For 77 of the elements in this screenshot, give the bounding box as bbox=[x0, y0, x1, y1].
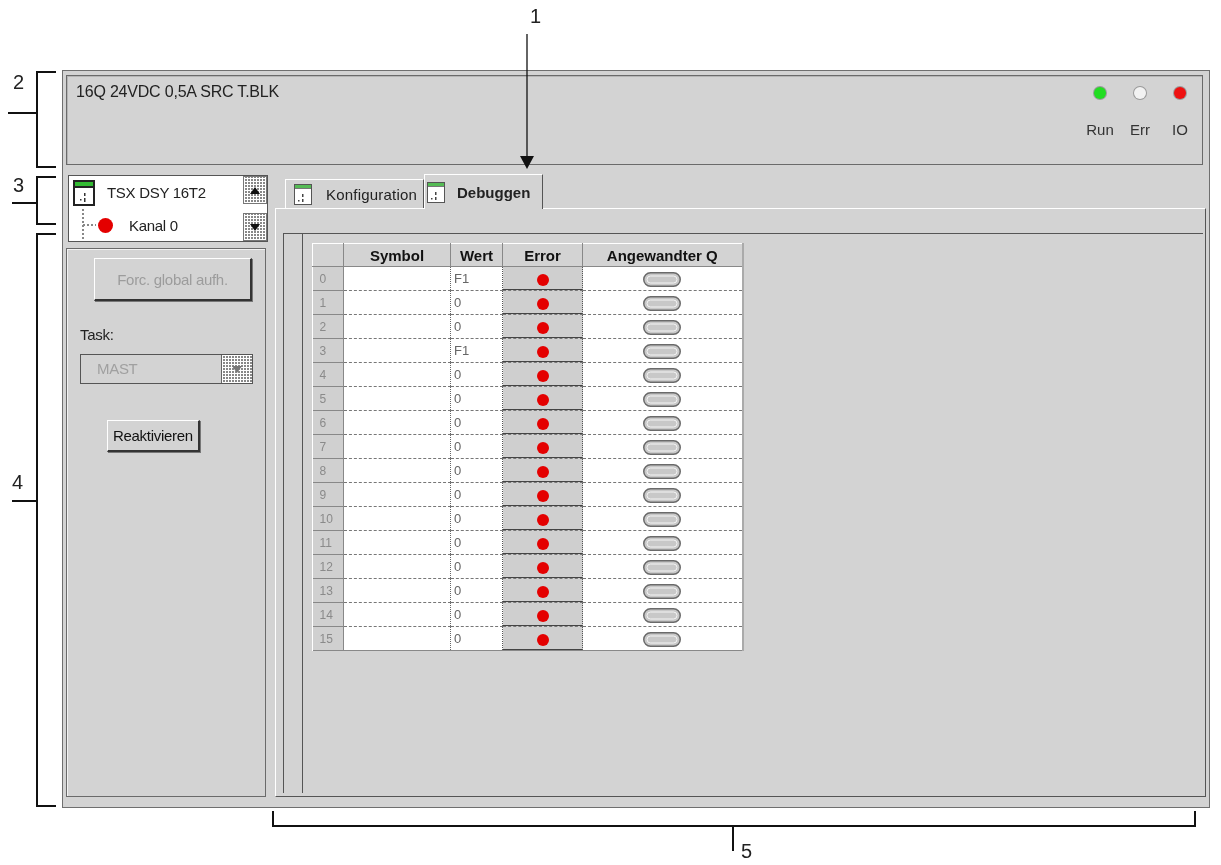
row-number: 15 bbox=[312, 626, 344, 651]
caret-icon bbox=[221, 355, 252, 383]
row-number: 14 bbox=[312, 602, 344, 627]
toggle-pill-icon bbox=[643, 463, 682, 479]
callout-number: 3 bbox=[13, 174, 25, 196]
table-cell: 0 bbox=[450, 362, 503, 387]
row-number: 7 bbox=[312, 434, 344, 459]
up-arrow-icon bbox=[250, 186, 260, 194]
column-header: Wert bbox=[450, 243, 503, 267]
row-number: 8 bbox=[312, 458, 344, 483]
toggle-pill-icon bbox=[643, 367, 682, 383]
toggle-pill-icon bbox=[643, 535, 682, 551]
table-cell: 0 bbox=[450, 314, 503, 339]
table-cell: 0 bbox=[450, 434, 503, 459]
callout-number: 5 bbox=[741, 840, 753, 862]
table-cell: 0 bbox=[450, 602, 503, 627]
row-number: 10 bbox=[312, 506, 344, 531]
table-cell: 0 bbox=[450, 578, 503, 603]
module-icon bbox=[427, 181, 445, 203]
toggle-pill-icon bbox=[643, 487, 682, 503]
reactivate-button[interactable]: Reaktivieren bbox=[107, 420, 200, 452]
row-number: 3 bbox=[312, 338, 344, 363]
toggle-pill-icon bbox=[643, 631, 682, 647]
toggle-pill-icon bbox=[643, 343, 682, 359]
toggle-pill-icon bbox=[643, 415, 682, 431]
module-icon bbox=[73, 179, 95, 206]
toggle-pill-icon bbox=[643, 559, 682, 575]
table-cell: F1 bbox=[450, 338, 503, 363]
tree-item[interactable]: TSX DSY 16T2 bbox=[107, 184, 206, 201]
toggle-pill-icon bbox=[643, 391, 682, 407]
callout-bracket bbox=[12, 176, 56, 225]
toggle-pill-icon bbox=[643, 295, 682, 311]
row-number: 4 bbox=[312, 362, 344, 387]
callout-number: 2 bbox=[13, 71, 25, 93]
table-cell: 0 bbox=[450, 530, 503, 555]
toggle-pill-icon bbox=[643, 583, 682, 599]
led-label: Run bbox=[1086, 121, 1114, 138]
row-number: 5 bbox=[312, 386, 344, 411]
scroll-up-button[interactable] bbox=[243, 176, 267, 204]
column-header: Symbol bbox=[343, 243, 451, 267]
table-cell: F1 bbox=[450, 266, 503, 291]
table-cell: 0 bbox=[450, 554, 503, 579]
table-cell: 0 bbox=[450, 506, 503, 531]
table-cell: 0 bbox=[450, 410, 503, 435]
toggle-pill-icon bbox=[643, 439, 682, 455]
row-number: 1 bbox=[312, 290, 344, 315]
table-cell: 0 bbox=[450, 482, 503, 507]
toggle-pill-icon bbox=[643, 271, 682, 287]
row-number: 6 bbox=[312, 410, 344, 435]
callout-number: 4 bbox=[12, 471, 24, 493]
module-title: 16Q 24VDC 0,5A SRC T.BLK bbox=[76, 83, 279, 102]
toggle-pill-icon bbox=[643, 511, 682, 527]
toggle-pill-icon bbox=[643, 607, 682, 623]
row-number: 2 bbox=[312, 314, 344, 339]
led-label: Err bbox=[1130, 121, 1150, 138]
tab[interactable]: Debuggen bbox=[424, 174, 544, 209]
row-number: 11 bbox=[312, 530, 344, 555]
column-header: Angewandter Q bbox=[582, 243, 743, 267]
led-label: IO bbox=[1172, 121, 1188, 138]
row-number: 12 bbox=[312, 554, 344, 579]
module-icon bbox=[294, 183, 312, 205]
down-arrow-icon bbox=[250, 223, 260, 231]
tree-line-icon bbox=[82, 209, 96, 241]
tab[interactable]: Konfiguration bbox=[285, 179, 424, 208]
scroll-down-button[interactable] bbox=[243, 213, 267, 241]
tree-item[interactable]: Kanal 0 bbox=[129, 216, 178, 234]
row-number: 13 bbox=[312, 578, 344, 603]
table-cell: 0 bbox=[450, 458, 503, 483]
callout-number: 1 bbox=[530, 5, 542, 27]
table-cell: 0 bbox=[450, 626, 503, 651]
column-header: Error bbox=[502, 243, 583, 267]
table-cell: 0 bbox=[450, 290, 503, 315]
row-number: 9 bbox=[312, 482, 344, 507]
toggle-pill-icon bbox=[643, 319, 682, 335]
row-number: 0 bbox=[312, 266, 344, 291]
table-cell: 0 bbox=[450, 386, 503, 411]
task-label: Task: bbox=[80, 326, 114, 343]
